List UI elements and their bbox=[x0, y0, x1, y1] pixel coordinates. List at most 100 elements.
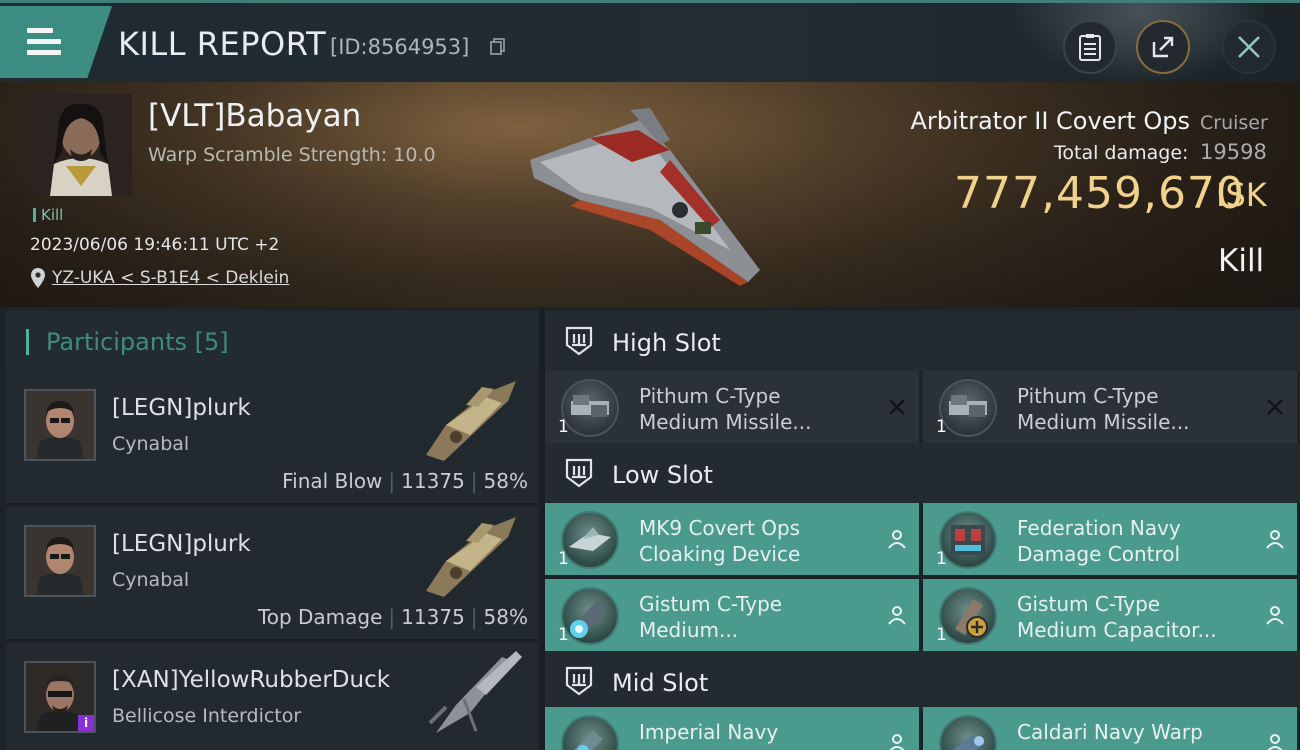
info-badge[interactable]: i bbox=[78, 715, 94, 731]
person-icon bbox=[1266, 606, 1284, 625]
person-icon bbox=[888, 606, 906, 625]
mid-module-icon bbox=[561, 715, 619, 750]
fitting-panel: High Slot 1 Pithum C-Type Medium Missile… bbox=[545, 307, 1300, 750]
victim-ship-image[interactable] bbox=[520, 100, 780, 290]
capacitor-icon bbox=[561, 587, 619, 645]
participant-stats: Final Blow | 11375 | 58% bbox=[282, 469, 528, 493]
participant-ship-image[interactable] bbox=[416, 375, 526, 465]
high-slot-header: High Slot bbox=[545, 311, 1300, 371]
participant-row[interactable]: [LEGN]plurk Cynabal Top Damage | 11375 | 58% bbox=[6, 507, 538, 641]
menu-button[interactable] bbox=[0, 6, 112, 78]
participants-title-text: Participants bbox=[46, 328, 187, 356]
module-name-line1: Gistum C-Type bbox=[1017, 592, 1161, 616]
high-slot-module[interactable]: 1 Pithum C-Type Medium Missile... bbox=[545, 371, 919, 443]
victim-ship-name[interactable]: Arbitrator II Covert Ops bbox=[911, 107, 1191, 135]
module-name-line2: Medium Missile... bbox=[639, 410, 812, 434]
module-name-line1: Pithum C-Type bbox=[639, 384, 781, 408]
high-slot-icon bbox=[565, 326, 593, 356]
victim-ship-class: Cruiser bbox=[1200, 112, 1268, 134]
module-quantity: 1 bbox=[936, 417, 947, 437]
launcher-icon bbox=[561, 379, 619, 437]
module-name-line1: Federation Navy bbox=[1017, 516, 1181, 540]
participant-row[interactable]: i [XAN]YellowRubberDuck Bellicose Interd… bbox=[6, 643, 538, 750]
participant-percent: 58% bbox=[483, 469, 528, 493]
report-id: [ID:8564953] bbox=[330, 35, 470, 59]
participant-stats: Top Damage | 11375 | 58% bbox=[257, 605, 528, 629]
kill-tag-label: Kill bbox=[41, 206, 64, 224]
module-name-line1: Gistum C-Type bbox=[639, 592, 783, 616]
capacitor-power-relay-icon bbox=[939, 587, 997, 645]
module-quantity: 1 bbox=[936, 549, 947, 569]
participant-role: Final Blow bbox=[282, 469, 383, 493]
participant-damage: 11375 bbox=[401, 469, 465, 493]
cloaking-device-icon bbox=[561, 511, 619, 569]
participant-name[interactable]: [LEGN]plurk bbox=[112, 395, 251, 421]
victim-portrait[interactable] bbox=[30, 94, 132, 196]
isk-unit: ISK bbox=[1216, 176, 1267, 214]
person-icon bbox=[1267, 734, 1283, 750]
module-name-line2: Medium Capacitor... bbox=[1017, 618, 1217, 642]
participant-avatar[interactable]: i bbox=[24, 661, 96, 733]
isk-value: 777,459,670 bbox=[954, 168, 1245, 219]
participant-avatar[interactable] bbox=[24, 525, 96, 597]
avatar-image bbox=[26, 527, 94, 595]
warp-scramble-strength: Warp Scramble Strength: 10.0 bbox=[148, 144, 436, 166]
participant-ship-image[interactable] bbox=[416, 647, 526, 737]
module-name-line2: Medium Missile... bbox=[1017, 410, 1190, 434]
module-quantity: 1 bbox=[558, 625, 569, 645]
person-icon bbox=[1266, 530, 1284, 549]
victim-name[interactable]: [VLT]Babayan bbox=[148, 98, 361, 134]
destroyed-icon bbox=[889, 399, 905, 415]
page-title: KILL REPORT bbox=[118, 25, 327, 63]
participant-ship-image[interactable] bbox=[416, 511, 526, 601]
participant-ship: Cynabal bbox=[112, 569, 190, 591]
module-name-line1: Imperial Navy bbox=[639, 720, 779, 744]
module-quantity: 1 bbox=[936, 625, 947, 645]
participant-damage: 11375 bbox=[401, 605, 465, 629]
hamburger-icon bbox=[27, 28, 61, 61]
result-label: Kill bbox=[1218, 243, 1265, 279]
kill-tag: Kill bbox=[33, 206, 63, 224]
warp-disruptor-icon bbox=[939, 715, 997, 750]
mid-slot-icon bbox=[565, 666, 593, 696]
module-name-line2: Cloaking Device bbox=[639, 542, 801, 566]
ship-name-text: Arbitrator II Covert Ops bbox=[910, 107, 1191, 135]
low-slot-module[interactable]: 1 Gistum C-Type Medium... bbox=[545, 579, 919, 651]
module-quantity: 1 bbox=[558, 549, 569, 569]
participant-row[interactable]: [LEGN]plurk Cynabal Final Blow | 11375 | 58% bbox=[6, 371, 538, 505]
destroyed-icon bbox=[1267, 399, 1283, 415]
module-quantity: 1 bbox=[558, 417, 569, 437]
module-name-line2: Medium... bbox=[639, 618, 739, 642]
low-slot-icon bbox=[565, 458, 593, 488]
low-slot-module[interactable]: 1 MK9 Covert Ops Cloaking Device bbox=[545, 503, 919, 575]
avatar-image bbox=[26, 391, 94, 459]
kill-datetime: 2023/06/06 19:46:11 UTC +2 bbox=[30, 235, 280, 255]
participant-percent: 58% bbox=[483, 605, 528, 629]
low-slot-module[interactable]: 1 Gistum C-Type Medium Capacitor... bbox=[923, 579, 1297, 651]
close-button[interactable] bbox=[1222, 20, 1276, 74]
participants-title: Participants [5] bbox=[46, 328, 229, 356]
participant-name[interactable]: [XAN]YellowRubberDuck bbox=[112, 667, 390, 693]
participant-role: Top Damage bbox=[257, 605, 383, 629]
module-name-line1: MK9 Covert Ops bbox=[639, 516, 801, 540]
clipboard-icon bbox=[1079, 34, 1101, 61]
high-slot-title: High Slot bbox=[612, 329, 721, 357]
share-button[interactable] bbox=[1136, 20, 1190, 74]
damage-control-icon bbox=[939, 511, 997, 569]
copy-icon[interactable] bbox=[490, 38, 506, 56]
participants-panel: Participants [5] [LEGN]plurk Cynabal Fin… bbox=[0, 307, 540, 750]
participant-avatar[interactable] bbox=[24, 389, 96, 461]
close-icon bbox=[1238, 36, 1260, 58]
participant-name[interactable]: [LEGN]plurk bbox=[112, 531, 251, 557]
high-slot-module[interactable]: 1 Pithum C-Type Medium Missile... bbox=[923, 371, 1297, 443]
module-name-line1: Pithum C-Type bbox=[1017, 384, 1159, 408]
module-name-line2: Damage Control bbox=[1017, 542, 1181, 566]
location-link[interactable]: YZ-UKA < S-B1E4 < Deklein bbox=[52, 268, 289, 288]
portrait-image bbox=[30, 94, 132, 196]
mid-slot-module[interactable]: Caldari Navy Warp bbox=[923, 707, 1297, 750]
mid-slot-module[interactable]: Imperial Navy bbox=[545, 707, 919, 750]
launcher-icon bbox=[939, 379, 997, 437]
low-slot-module[interactable]: 1 Federation Navy Damage Control bbox=[923, 503, 1297, 575]
report-button[interactable] bbox=[1063, 20, 1117, 74]
person-icon bbox=[888, 530, 906, 549]
